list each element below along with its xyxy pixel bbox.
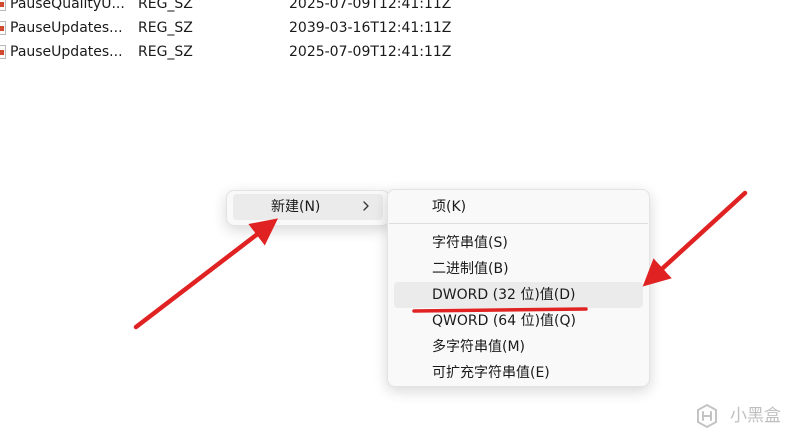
registry-row[interactable]: PauseUpdates... REG_SZ 2039-03-16T12:41:… [0,16,795,40]
submenu-item-binary-value[interactable]: 二进制值(B) [394,256,643,282]
value-name: PauseUpdates... [10,20,123,36]
submenu-item-multi-string-value[interactable]: 多字符串值(M) [394,334,643,360]
registry-string-value-icon [0,45,6,59]
menu-item-new-label: 新建(N) [271,199,321,215]
value-data: 2025-07-09T12:41:11Z [289,44,452,60]
value-type: REG_SZ [138,0,193,12]
watermark: 小黑盒 [693,402,781,430]
submenu-item-string-value[interactable]: 字符串值(S) [394,230,643,256]
registry-row[interactable]: PauseQualityU... REG_SZ 2025-07-09T12:41… [0,0,795,16]
chevron-right-icon [363,201,369,211]
value-type: REG_SZ [138,44,193,60]
new-submenu: 项(K) 字符串值(S) 二进制值(B) DWORD (32 位)值(D) QW… [387,189,650,387]
submenu-item-dword-value[interactable]: DWORD (32 位)值(D) [394,282,643,308]
watermark-text: 小黑盒 [730,406,781,426]
value-name: PauseQualityU... [10,0,125,12]
value-data: 2025-07-09T12:41:11Z [289,0,452,12]
right-arrow [642,190,748,287]
context-menu: 新建(N) [226,190,390,226]
menu-separator [389,223,648,224]
submenu-item-label: 字符串值(S) [432,235,508,251]
registry-string-value-icon [0,0,6,11]
submenu-item-key[interactable]: 项(K) [394,194,643,220]
heybox-logo-icon [696,403,717,429]
submenu-item-label: 多字符串值(M) [432,339,526,355]
registry-value-list: PauseQualityU... REG_SZ 2025-07-09T12:41… [0,0,795,64]
submenu-item-label: QWORD (64 位)值(Q) [432,313,576,329]
registry-row[interactable]: PauseUpdates... REG_SZ 2025-07-09T12:41:… [0,40,795,64]
value-data: 2039-03-16T12:41:11Z [289,20,452,36]
value-name: PauseUpdates... [10,44,123,60]
value-type: REG_SZ [138,20,193,36]
submenu-item-qword-value[interactable]: QWORD (64 位)值(Q) [394,308,643,334]
menu-item-new[interactable]: 新建(N) [233,194,383,220]
submenu-item-label: 二进制值(B) [432,261,509,277]
submenu-item-label: 项(K) [432,199,467,215]
submenu-item-expandable-string-value[interactable]: 可扩充字符串值(E) [394,360,643,386]
left-arrow [133,218,279,330]
registry-string-value-icon [0,21,6,35]
submenu-item-label: 可扩充字符串值(E) [432,365,550,381]
submenu-item-label: DWORD (32 位)值(D) [432,287,576,303]
